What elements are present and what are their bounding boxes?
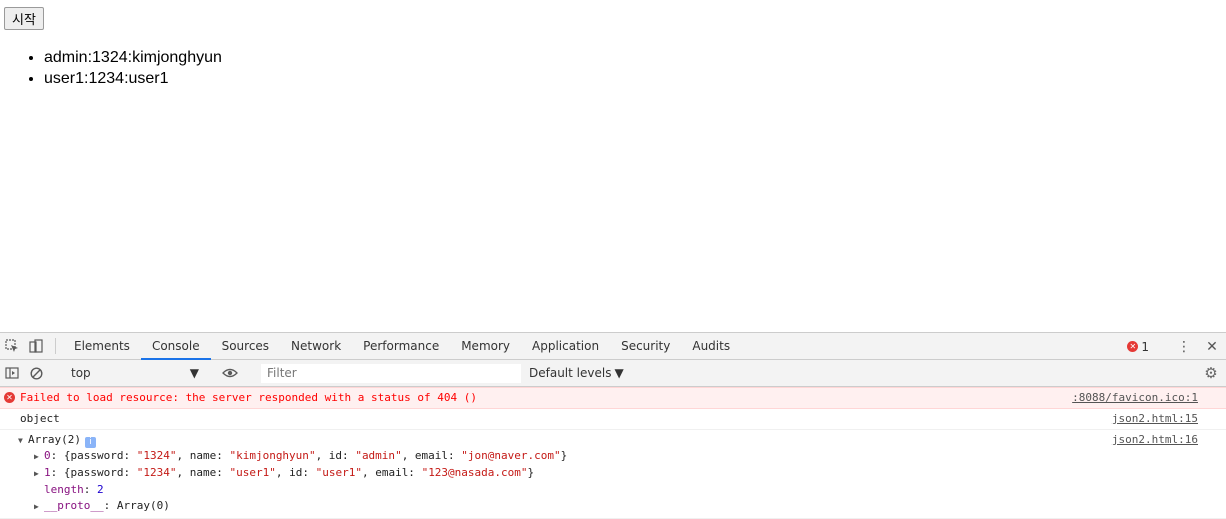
console-toolbar: top ▼ Default levels ▼ ⚙ [0,360,1226,387]
console-log-message: object json2.html:15 [0,409,1226,430]
console-messages: ✕ Failed to load resource: the server re… [0,387,1226,519]
chevron-down-icon: ▼ [189,366,199,380]
array-proto[interactable]: ▶ __proto__: Array(0) [20,498,1096,515]
collapsed-triangle-icon: ▶ [34,469,39,478]
array-label: Array(2) [28,433,81,446]
more-options-icon[interactable]: ⋮ [1170,333,1198,360]
array-item[interactable]: ▶ 0: {password: "1324", name: "kimjonghyu… [20,448,1096,465]
expanded-triangle-icon: ▼ [18,436,23,445]
close-icon[interactable]: ✕ [1198,333,1226,360]
user-list: admin:1324:kimjonghyun user1:1234:user1 [0,47,222,89]
tabbar-right: ✕ 1 ⋮ ✕ [1121,333,1226,360]
log-levels-dropdown[interactable]: Default levels ▼ [529,366,624,380]
tab-elements[interactable]: Elements [63,333,141,359]
error-count-badge[interactable]: ✕ 1 [1121,340,1155,354]
tab-console[interactable]: Console [140,333,211,360]
list-item: admin:1324:kimjonghyun [44,47,222,68]
source-link[interactable]: json2.html:16 [1112,433,1198,447]
sidebar-toggle-icon[interactable] [0,367,24,379]
console-error-message: ✕ Failed to load resource: the server re… [0,387,1226,409]
tab-performance[interactable]: Performance [352,333,450,359]
page-content: 시작 admin:1324:kimjonghyun user1:1234:use… [0,0,1226,332]
chevron-down-icon: ▼ [614,366,624,380]
array-header[interactable]: ▼ Array(2) i [18,433,1096,448]
error-count: 1 [1141,339,1149,354]
context-select[interactable]: top ▼ [67,364,203,383]
tab-sources[interactable]: Sources [211,333,280,359]
tab-audits[interactable]: Audits [681,333,741,359]
list-item: user1:1234:user1 [44,68,222,89]
error-text: Failed to load resource: the server resp… [20,391,477,404]
context-value: top [71,366,91,380]
collapsed-triangle-icon: ▶ [34,452,39,461]
tab-application[interactable]: Application [521,333,610,359]
array-length: length: 2 [44,483,104,496]
source-link[interactable]: json2.html:15 [1112,412,1198,426]
clear-console-icon[interactable] [24,366,48,380]
tab-memory[interactable]: Memory [450,333,521,359]
eye-icon[interactable] [218,368,242,378]
filter-input[interactable] [261,363,521,383]
error-icon: ✕ [4,392,15,403]
devtools-panel: Elements Console Sources Network Perform… [0,332,1226,519]
tab-network[interactable]: Network [280,333,352,359]
device-toolbar-icon[interactable] [24,333,48,359]
info-icon[interactable]: i [84,437,96,448]
collapsed-triangle-icon: ▶ [34,502,39,511]
log-text: object [20,412,60,425]
gear-icon[interactable]: ⚙ [1202,364,1220,382]
tab-security[interactable]: Security [610,333,681,359]
divider [55,338,56,354]
inspect-element-icon[interactable] [0,333,24,359]
array-item[interactable]: ▶ 1: {password: "1234", name: "user1", id… [20,465,1096,482]
log-levels-label: Default levels [529,366,612,380]
source-link[interactable]: :8088/favicon.ico:1 [1072,391,1198,405]
error-icon: ✕ [1127,341,1139,352]
console-array-message: ▼ Array(2) i json2.html:16 ▶ 0: {password: … [0,430,1226,519]
start-button[interactable]: 시작 [4,7,44,30]
devtools-tabbar: Elements Console Sources Network Perform… [0,333,1226,360]
